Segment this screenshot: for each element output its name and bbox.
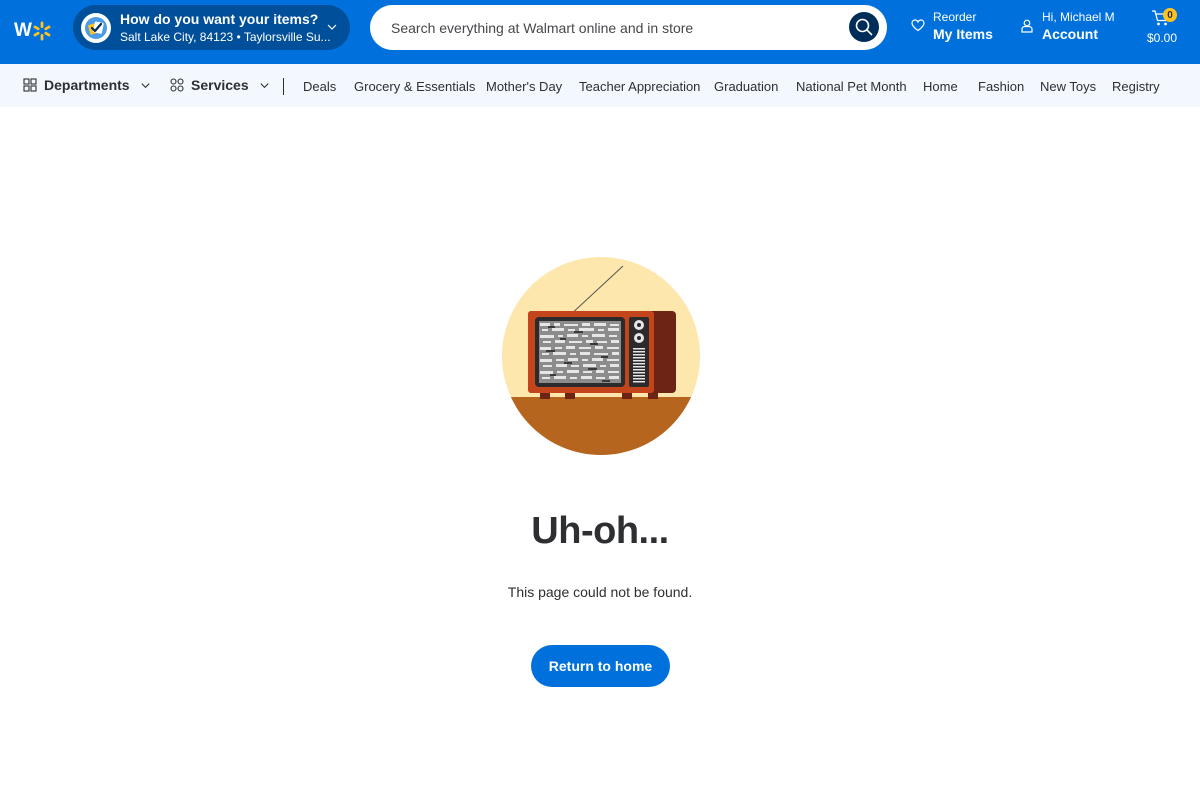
nav-link-mothers-day[interactable]: Mother's Day [486,79,562,94]
chevron-down-icon [141,82,150,88]
delivery-check-icon [81,12,111,43]
nav-link-deals[interactable]: Deals [303,79,336,94]
cart-button[interactable]: 0 $0.00 [1140,6,1190,50]
account-label: Account [1042,26,1098,42]
departments-label: Departments [44,77,130,93]
broken-tv-illustration [502,257,700,455]
nav-link-fashion[interactable]: Fashion [978,79,1024,94]
nav-link-grocery[interactable]: Grocery & Essentials [354,79,475,94]
heart-icon [911,19,925,32]
return-to-home-button[interactable]: Return to home [531,645,670,687]
walmart-logo[interactable]: W [14,11,54,51]
cart-count-badge: 0 [1163,8,1177,22]
services-grid-icon [170,78,184,92]
fulfillment-title: How do you want your items? [120,10,319,27]
search-bar [370,5,887,50]
chevron-down-icon [260,82,269,88]
search-input[interactable] [391,19,831,36]
secondary-nav: Departments Services Deals Grocery & Ess… [0,64,1200,107]
greeting-label: Hi, Michael M [1042,10,1115,24]
user-icon [1021,19,1033,33]
reorder-my-items-link[interactable]: Reorder My Items [911,10,993,44]
error-message: This page could not be found. [507,584,693,600]
logo-letter: W [14,20,32,41]
services-dropdown[interactable]: Services [170,77,270,93]
nav-divider [283,78,284,95]
account-link[interactable]: Hi, Michael M Account [1020,10,1115,44]
search-button[interactable] [849,12,879,42]
services-label: Services [191,77,249,93]
nav-link-registry[interactable]: Registry [1112,79,1160,94]
nav-link-graduation[interactable]: Graduation [714,79,778,94]
static-noise [539,321,621,383]
chevron-down-icon [327,24,337,30]
my-items-label: My Items [933,26,993,42]
grid-icon [23,78,37,92]
fulfillment-selector[interactable]: How do you want your items? Salt Lake Ci… [73,5,350,50]
reorder-label: Reorder [933,10,977,24]
walmart-spark-icon [33,21,51,41]
header: W How do you want your items? Salt Lake … [0,0,1200,64]
search-icon [855,18,873,36]
nav-link-new-toys[interactable]: New Toys [1040,79,1096,94]
page-title: Uh-oh... [531,510,669,552]
departments-dropdown[interactable]: Departments [23,77,151,93]
nav-link-home[interactable]: Home [923,79,958,94]
nav-link-teacher-appreciation[interactable]: Teacher Appreciation [579,79,700,94]
nav-link-national-pet-month[interactable]: National Pet Month [796,79,907,94]
cart-total: $0.00 [1147,31,1178,45]
fulfillment-location: Salt Lake City, 84123 • Taylorsville Su.… [120,29,331,44]
